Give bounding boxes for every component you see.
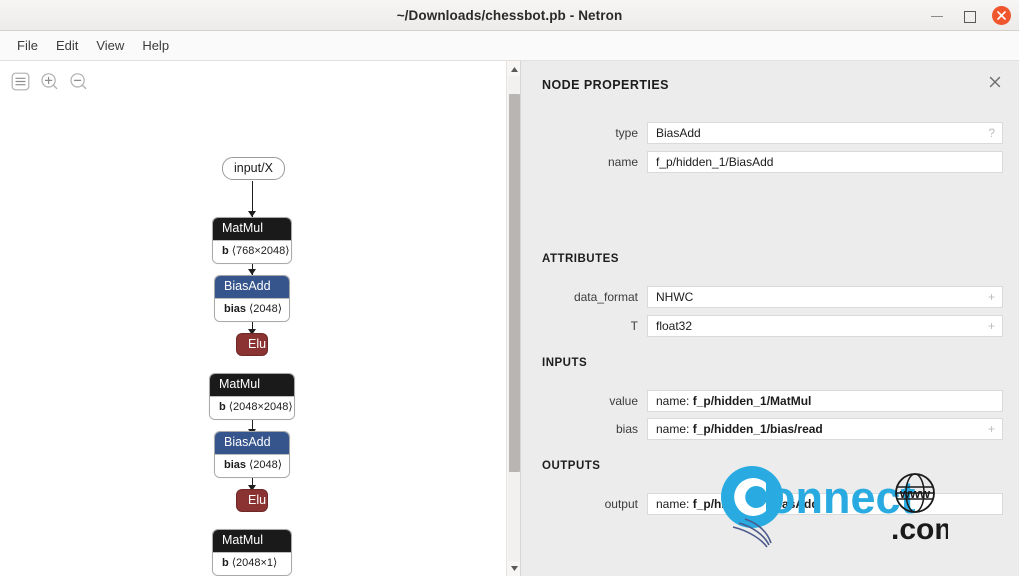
property-row-name: name f_p/hidden_1/BiasAdd	[521, 151, 1019, 173]
graph-node-param: b	[222, 557, 229, 570]
window-title: ~/Downloads/chessbot.pb - Netron	[396, 8, 623, 23]
svg-text:www: www	[899, 486, 931, 501]
graph-node-body: b ⟨2048×1⟩	[213, 552, 291, 575]
graph-edge	[251, 197, 253, 219]
section-title-inputs: INPUTS	[542, 357, 588, 369]
help-icon[interactable]: ?	[988, 123, 995, 143]
graph-scrollbar[interactable]	[506, 61, 520, 576]
row-label: bias	[615, 422, 638, 436]
graph-node-param: bias	[224, 303, 247, 316]
close-icon	[989, 76, 1001, 88]
panel-header: NODE PROPERTIES	[521, 61, 1019, 97]
graph-node-shape: ⟨2048×1⟩	[231, 557, 278, 570]
row-label: type	[615, 126, 638, 140]
field-prefix: name:	[656, 422, 690, 436]
input-row-value: value name: f_p/hidden_1/MatMul	[521, 390, 1019, 412]
name-field[interactable]: f_p/hidden_1/BiasAdd	[647, 151, 1003, 173]
connect-watermark-logo: onnect www .com	[719, 463, 961, 549]
data-format-field[interactable]: NHWC +	[647, 286, 1003, 308]
expand-icon[interactable]: +	[988, 287, 995, 307]
scroll-up-button[interactable]	[507, 62, 521, 76]
scrollbar-track[interactable]	[508, 76, 520, 561]
graph-node-shape: ⟨2048⟩	[249, 459, 283, 472]
input-row-bias: bias name: f_p/hidden_1/bias/read +	[521, 418, 1019, 440]
row-label: name	[607, 155, 638, 169]
attribute-row-t: T float32 +	[521, 315, 1019, 337]
graph-node-body: bias ⟨2048⟩	[215, 454, 289, 477]
graph-node-header: MatMul	[210, 374, 294, 397]
graph-node-shape: ⟨2048⟩	[249, 303, 283, 316]
maximize-button[interactable]	[960, 7, 978, 25]
field-value: float32	[656, 319, 693, 333]
close-icon	[997, 11, 1006, 20]
graph-node-param: b	[219, 401, 226, 414]
graph-node-matmul[interactable]: MatMul b ⟨768×2048⟩	[212, 217, 292, 264]
menubar: File Edit View Help	[0, 31, 1019, 61]
graph-node-header: MatMul	[213, 218, 291, 241]
menu-edit[interactable]: Edit	[47, 35, 87, 56]
graph-node-header: MatMul	[213, 530, 291, 553]
graph-node-label: input/X	[234, 161, 273, 175]
graph-node-matmul[interactable]: MatMul b ⟨2048×1⟩	[212, 529, 292, 576]
graph-node-biasadd[interactable]: BiasAdd bias ⟨2048⟩	[214, 275, 290, 322]
graph-node-matmul[interactable]: MatMul b ⟨2048×2048⟩	[209, 373, 295, 420]
connect-logo-icon: onnect www .com	[721, 466, 961, 548]
field-prefix: name:	[656, 497, 690, 511]
graph-node-input[interactable]: input/X	[222, 157, 285, 180]
field-prefix: name:	[656, 394, 690, 408]
section-title-outputs: OUTPUTS	[542, 460, 601, 472]
attribute-row-data-format: data_format NHWC +	[521, 286, 1019, 308]
input-value-field[interactable]: name: f_p/hidden_1/MatMul	[647, 390, 1003, 412]
menu-help[interactable]: Help	[133, 35, 178, 56]
model-graph: input/X MatMul b ⟨768×2048⟩ BiasAdd bias ⟨…	[0, 61, 506, 576]
graph-node-elu[interactable]: Elu	[236, 489, 268, 512]
panel-close-button[interactable]	[986, 73, 1004, 91]
minimize-button[interactable]	[928, 7, 946, 25]
window-titlebar: ~/Downloads/chessbot.pb - Netron	[0, 0, 1019, 31]
menu-file[interactable]: File	[8, 35, 47, 56]
type-field[interactable]: BiasAdd ?	[647, 122, 1003, 144]
graph-node-header: BiasAdd	[215, 432, 289, 455]
graph-node-body: b ⟨2048×2048⟩	[210, 396, 294, 419]
graph-node-param: bias	[224, 459, 247, 472]
field-value: f_p/hidden_1/BiasAdd	[656, 155, 774, 169]
scrollbar-thumb[interactable]	[509, 94, 520, 472]
expand-icon[interactable]: +	[988, 419, 995, 439]
graph-node-body: b ⟨768×2048⟩	[213, 240, 291, 263]
section-title-attributes: ATTRIBUTES	[542, 253, 619, 265]
chevron-up-icon	[510, 66, 518, 72]
field-value: f_p/hidden_1/MatMul	[692, 394, 812, 408]
chevron-down-icon	[510, 565, 518, 571]
graph-node-header: BiasAdd	[215, 276, 289, 299]
graph-node-body: bias ⟨2048⟩	[215, 298, 289, 321]
graph-node-shape: ⟨2048×2048⟩	[228, 401, 293, 414]
expand-icon[interactable]: +	[988, 316, 995, 336]
close-button[interactable]	[992, 6, 1011, 25]
graph-node-biasadd[interactable]: BiasAdd bias ⟨2048⟩	[214, 431, 290, 478]
panel-title: NODE PROPERTIES	[542, 78, 669, 92]
input-bias-field[interactable]: name: f_p/hidden_1/bias/read +	[647, 418, 1003, 440]
graph-node-label: Elu	[248, 337, 267, 351]
menu-view[interactable]: View	[87, 35, 133, 56]
field-value: BiasAdd	[656, 126, 701, 140]
graph-node-shape: ⟨768×2048⟩	[231, 245, 290, 258]
row-label: data_format	[573, 290, 638, 304]
row-label: value	[609, 394, 638, 408]
graph-node-param: b	[222, 245, 229, 258]
property-row-type: type BiasAdd ?	[521, 122, 1019, 144]
window-controls	[928, 0, 1011, 31]
field-value: NHWC	[656, 290, 694, 304]
row-label: output	[604, 497, 638, 511]
row-label: T	[630, 319, 638, 333]
field-value: f_p/hidden_1/bias/read	[692, 422, 823, 436]
graph-node-elu[interactable]: Elu	[236, 333, 268, 356]
scroll-down-button[interactable]	[507, 561, 521, 575]
t-field[interactable]: float32 +	[647, 315, 1003, 337]
graph-canvas[interactable]: input/X MatMul b ⟨768×2048⟩ BiasAdd bias ⟨…	[0, 61, 506, 576]
svg-text:.com: .com	[891, 513, 948, 546]
graph-node-label: Elu	[248, 493, 267, 507]
